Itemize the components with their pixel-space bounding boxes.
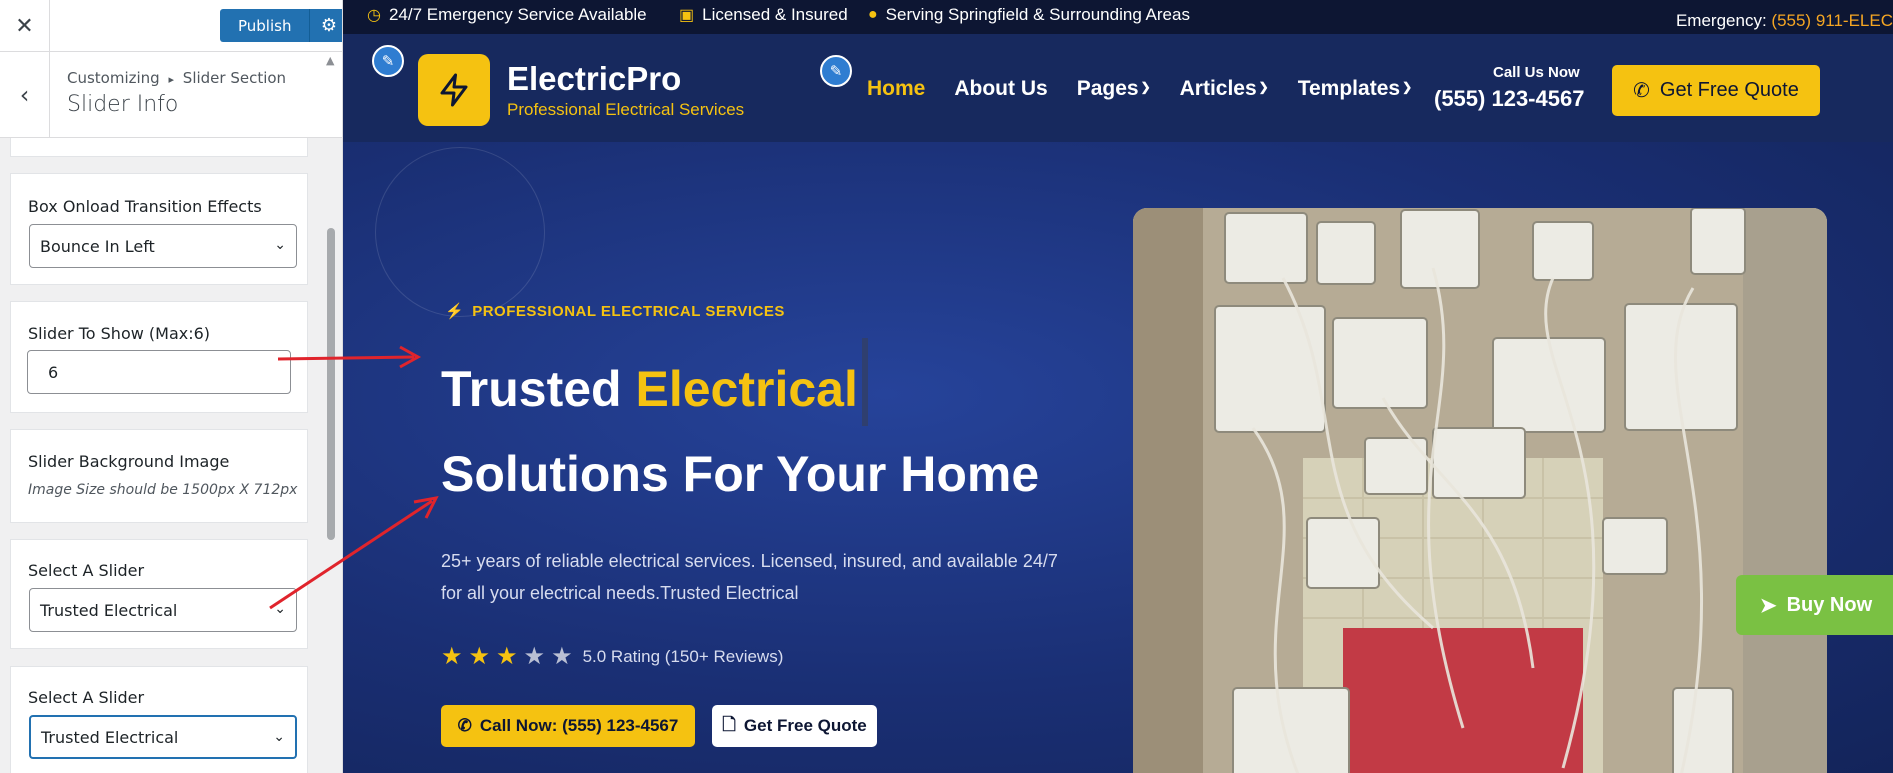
call-now-button[interactable]: ✆ Call Now: (555) 123-4567 (441, 705, 695, 747)
document-icon: 🗋 (722, 714, 736, 734)
logo-lightning-icon[interactable] (418, 54, 490, 126)
nav-item-home[interactable]: Home (867, 77, 925, 101)
buy-now-button[interactable]: ➤ Buy Now (1736, 575, 1893, 635)
hero-rating: ★ ★ ★ ★ ★ 5.0 Rating (150+ Reviews) (441, 642, 783, 671)
hero-slider: ⚡ PROFESSIONAL ELECTRICAL SERVICES Trust… (343, 142, 1893, 773)
select-slider-2[interactable]: Trusted Electrical ⌄ (29, 715, 297, 759)
edit-pencil-icon[interactable]: ✎ (820, 55, 852, 87)
select-slider-control-1: Select A Slider Trusted Electrical ⌄ (10, 539, 308, 649)
publish-button[interactable]: Publish (220, 9, 310, 42)
hero-image-electrical-panel (1133, 208, 1827, 773)
breadcrumb-separator: ▸ (168, 73, 175, 86)
chevron-down-icon: ⌄ (273, 729, 285, 745)
topbar-licensed: ▣ Licensed & Insured (679, 5, 848, 24)
customizer-header: ✕ Publish ⚙ (0, 0, 342, 52)
background-image-label: Slider Background Image (28, 452, 230, 471)
call-label: Call Us Now (1493, 64, 1580, 81)
transition-control: Box Onload Transition Effects Bounce In … (10, 173, 308, 285)
id-badge-icon: ▣ (679, 7, 695, 24)
select-slider-1[interactable]: Trusted Electrical ⌄ (29, 588, 297, 632)
customizer-sidebar: ✕ Publish ⚙ ‹ Customizing ▸ Slider Secti… (0, 0, 343, 773)
star-icon: ★ (441, 643, 463, 670)
hero-title-line-1: Trusted Electrical (441, 361, 858, 417)
hero-title-line-2: Solutions For Your Home (441, 446, 1040, 502)
star-icon: ★ (523, 643, 546, 670)
select-slider-control-2: Select A Slider Trusted Electrical ⌄ (10, 666, 308, 773)
site-header: ✎ ElectricPro Professional Electrical Se… (343, 34, 1893, 142)
topbar-emergency-service: ◷ 24/7 Emergency Service Available (367, 5, 647, 24)
transition-select-value: Bounce In Left (40, 236, 155, 256)
hero-quote-button[interactable]: 🗋 Get Free Quote (712, 705, 877, 747)
scroll-up-icon[interactable]: ▲ (326, 54, 334, 67)
hero-description: 25+ years of reliable electrical service… (441, 551, 1058, 603)
breadcrumb-root: Customizing (67, 69, 160, 87)
nav-item-templates[interactable]: Templates ❯ (1298, 77, 1412, 101)
hero-eyebrow: ⚡ PROFESSIONAL ELECTRICAL SERVICES (445, 302, 785, 321)
map-pin-icon: ● (868, 6, 878, 23)
decorative-circle (375, 147, 545, 317)
sidebar-scrollbar[interactable]: ▲ (326, 52, 338, 773)
nav-item-articles[interactable]: Articles ❯ (1180, 77, 1269, 101)
site-preview: ◷ 24/7 Emergency Service Available ▣ Lic… (343, 0, 1893, 773)
star-icon: ★ (551, 643, 573, 670)
star-icon: ★ (468, 643, 491, 670)
back-arrow-icon[interactable]: ‹ (0, 52, 50, 138)
top-bar: ◷ 24/7 Emergency Service Available ▣ Lic… (343, 0, 1893, 34)
text-cursor-bar (862, 338, 868, 426)
nav-item-about[interactable]: About Us (954, 77, 1047, 101)
hero-title-highlight: Electrical (635, 361, 858, 417)
phone-icon: ✆ (1633, 80, 1650, 102)
panel-title: Slider Info (67, 92, 179, 117)
chevron-down-icon: ❯ (1402, 80, 1413, 94)
clock-icon: ◷ (367, 7, 381, 24)
select-slider-1-value: Trusted Electrical (40, 600, 178, 620)
call-number[interactable]: (555) 123-4567 (1434, 86, 1584, 112)
main-nav: Home About Us Pages ❯ Articles ❯ Templates… (867, 77, 1412, 101)
gear-icon[interactable]: ⚙ (309, 9, 342, 42)
transition-label: Box Onload Transition Effects (28, 197, 262, 216)
edit-pencil-icon[interactable]: ✎ (372, 45, 404, 77)
select-slider-label-2: Select A Slider (28, 688, 145, 707)
section-header: ‹ Customizing ▸ Slider Section Slider In… (0, 52, 342, 138)
chevron-down-icon: ❯ (1140, 80, 1151, 94)
slider-count-input[interactable]: 6 (27, 350, 291, 394)
slider-count-label: Slider To Show (Max:6) (28, 324, 211, 343)
background-image-control: Slider Background Image Image Size shoul… (10, 429, 308, 523)
brand-name[interactable]: ElectricPro (507, 60, 681, 98)
background-image-hint: Image Size should be 1500px X 712px (28, 482, 298, 498)
header-quote-button[interactable]: ✆ Get Free Quote (1612, 65, 1820, 116)
previous-control-panel (10, 138, 308, 157)
send-arrow-icon: ➤ (1759, 594, 1777, 617)
chevron-down-icon: ⌄ (274, 237, 286, 253)
topbar-serving: ● Serving Springfield & Surrounding Area… (868, 5, 1190, 24)
topbar-emergency-number[interactable]: Emergency: (555) 911-ELEC (1676, 11, 1893, 31)
select-slider-label-1: Select A Slider (28, 561, 145, 580)
publish-group: Publish ⚙ (220, 9, 342, 42)
chevron-down-icon: ⌄ (274, 601, 286, 617)
transition-select[interactable]: Bounce In Left ⌄ (29, 224, 297, 268)
close-icon[interactable]: ✕ (0, 0, 50, 52)
lightning-icon: ⚡ (445, 303, 465, 320)
phone-icon: ✆ (457, 716, 472, 735)
slider-count-control: Slider To Show (Max:6) 6 (10, 301, 308, 413)
rating-text: 5.0 Rating (150+ Reviews) (582, 646, 784, 666)
breadcrumb: Customizing ▸ Slider Section (67, 69, 286, 87)
nav-item-pages[interactable]: Pages ❯ (1077, 77, 1151, 101)
chevron-down-icon: ❯ (1258, 80, 1269, 94)
breadcrumb-section: Slider Section (182, 69, 287, 87)
star-icon: ★ (496, 643, 518, 670)
scrollbar-thumb[interactable] (327, 228, 335, 540)
select-slider-2-value: Trusted Electrical (41, 727, 179, 747)
brand-tagline: Professional Electrical Services (507, 100, 745, 119)
